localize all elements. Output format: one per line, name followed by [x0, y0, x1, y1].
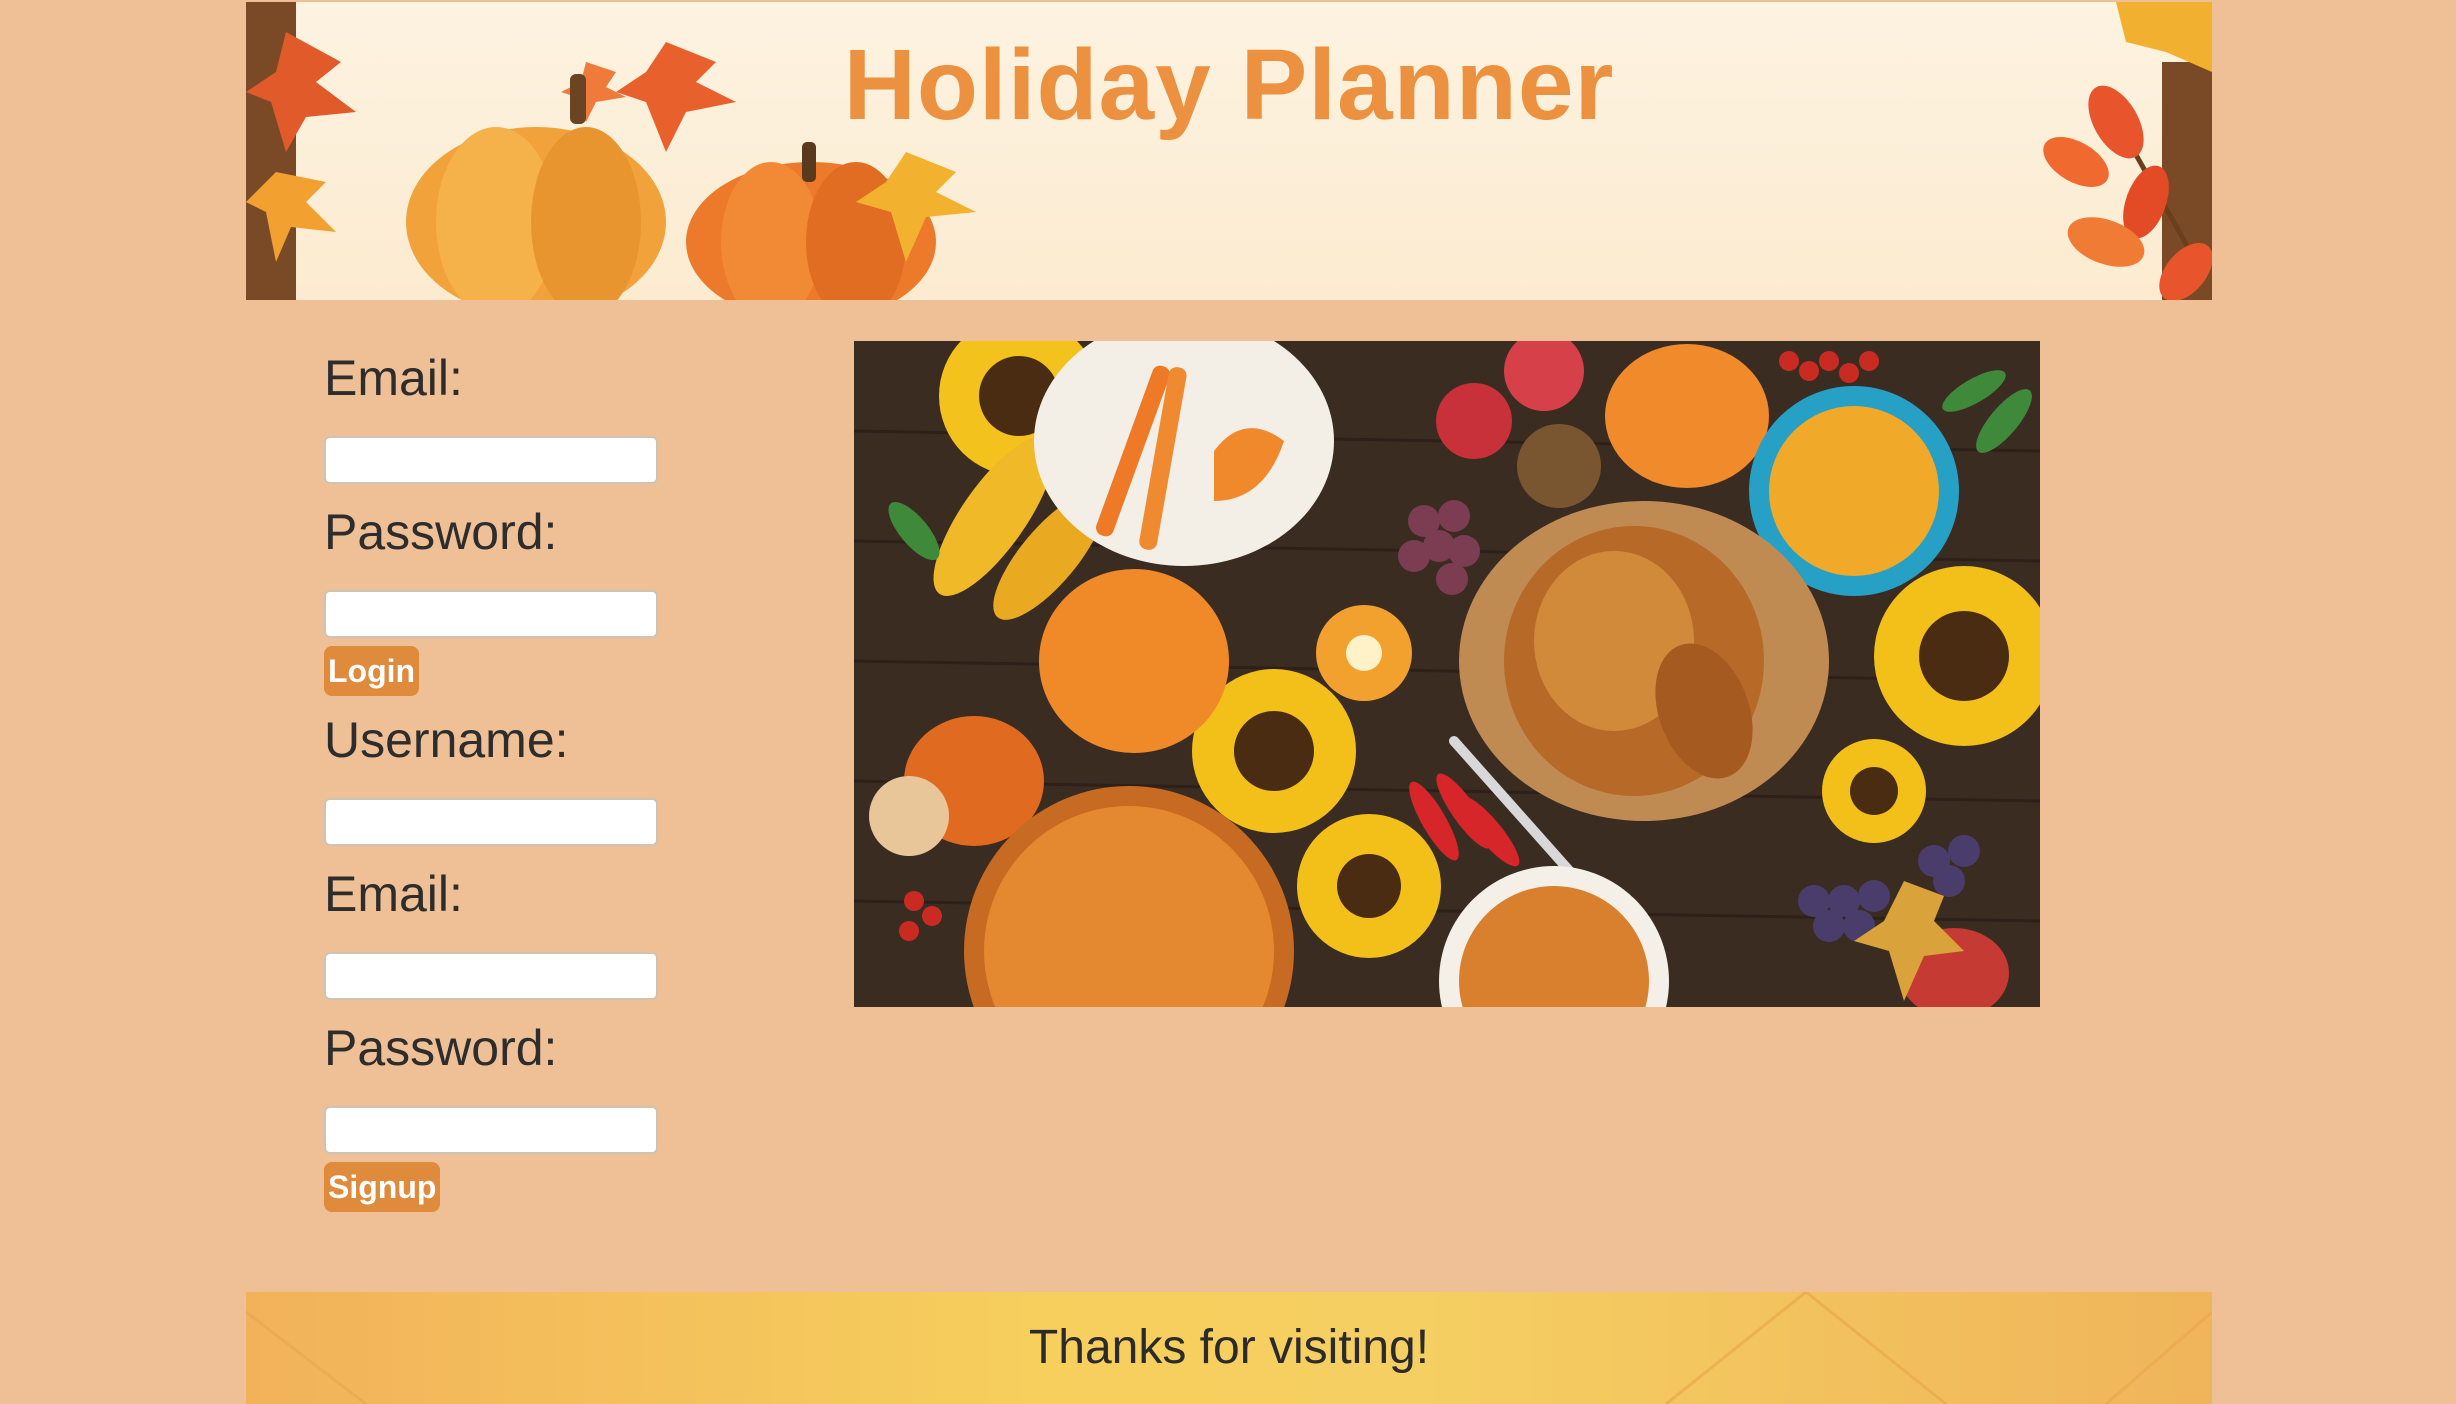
- login-form: Email: Password: Login: [324, 348, 684, 696]
- login-email-input[interactable]: [324, 436, 658, 484]
- signup-username-input[interactable]: [324, 798, 658, 846]
- login-password-input[interactable]: [324, 590, 658, 638]
- page-title: Holiday Planner: [843, 29, 1615, 141]
- signup-email-label: Email:: [324, 866, 463, 922]
- footer-message: Thanks for visiting!: [1028, 1321, 1430, 1374]
- signup-username-label: Username:: [324, 712, 569, 768]
- signup-password-label: Password:: [324, 1020, 558, 1076]
- footer: Thanks for visiting!: [246, 1292, 2212, 1404]
- page-container: Holiday Planner Email: Password: Login U…: [246, 0, 2212, 1404]
- thanksgiving-feast-image: [854, 341, 2040, 1007]
- signup-password-input[interactable]: [324, 1106, 658, 1154]
- candle-icon: [1316, 605, 1412, 701]
- login-email-label: Email:: [324, 350, 463, 406]
- login-button[interactable]: Login: [324, 646, 420, 696]
- signup-form: Username: Email: Password: Signup: [324, 710, 684, 1212]
- signup-button[interactable]: Signup: [324, 1162, 441, 1212]
- header-banner: Holiday Planner: [246, 2, 2212, 300]
- signup-email-input[interactable]: [324, 952, 658, 1000]
- auth-forms: Email: Password: Login Username: Email: …: [324, 348, 684, 1212]
- login-password-label: Password:: [324, 504, 558, 560]
